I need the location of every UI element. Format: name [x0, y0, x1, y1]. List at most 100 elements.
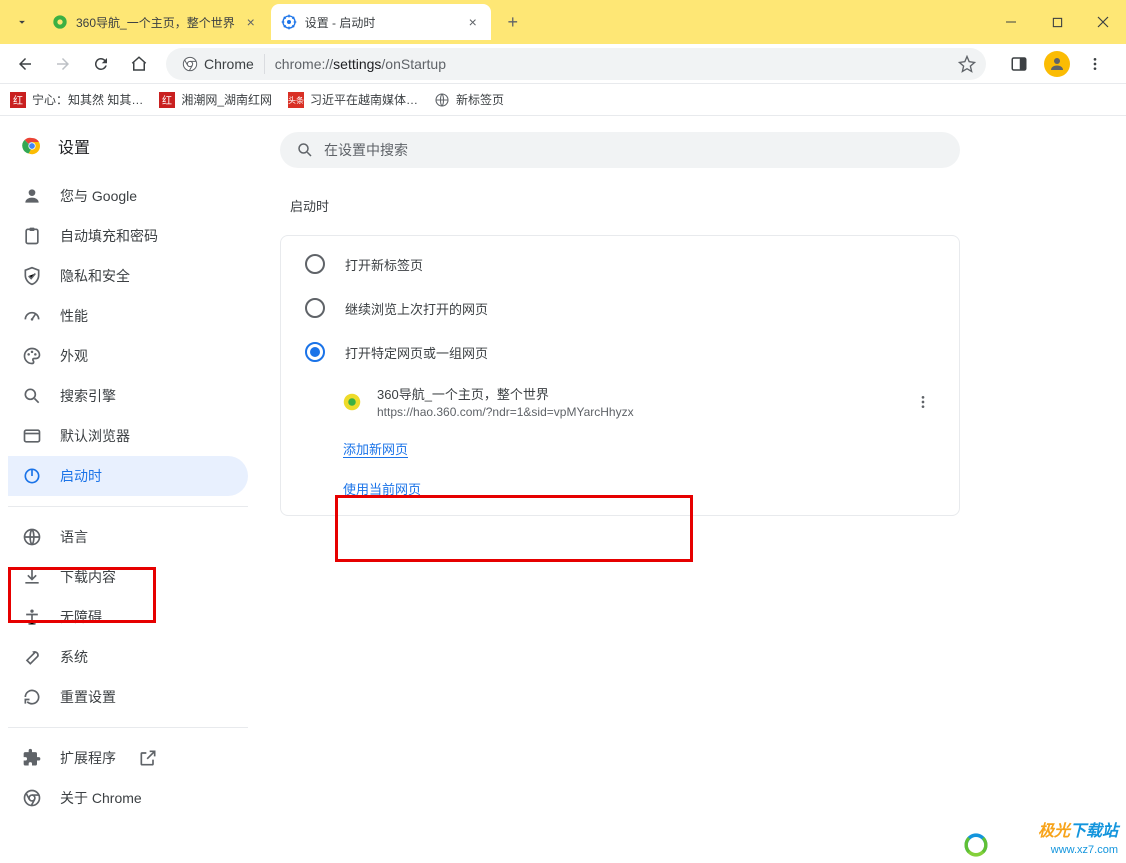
profile-avatar-button[interactable]	[1044, 51, 1070, 77]
radio-button-checked[interactable]	[305, 342, 325, 362]
svg-text:红: 红	[13, 94, 23, 107]
search-placeholder: 在设置中搜索	[324, 140, 408, 160]
sidebar-item-autofill[interactable]: 自动填充和密码	[8, 216, 248, 256]
tab-close-button[interactable]: ×	[465, 14, 481, 30]
address-bar[interactable]: Chrome chrome://settings/onStartup	[166, 48, 986, 80]
sidebar-item-label: 关于 Chrome	[60, 788, 142, 808]
sidebar-item-system[interactable]: 系统	[8, 637, 248, 677]
add-page-row: 添加新网页	[281, 429, 959, 469]
sidebar-item-label: 系统	[60, 647, 88, 667]
startup-page-url: https://hao.360.com/?ndr=1&sid=vpMYarcHh…	[377, 405, 895, 419]
sidebar-item-label: 扩展程序	[60, 748, 116, 768]
browser-tab-active[interactable]: 设置 - 启动时 ×	[271, 4, 491, 40]
sidebar-item-about[interactable]: 关于 Chrome	[8, 778, 248, 818]
search-tabs-button[interactable]	[8, 8, 36, 36]
sidebar-item-you-google[interactable]: 您与 Google	[8, 176, 248, 216]
bookmark-label: 习近平在越南媒体…	[310, 91, 418, 108]
clipboard-icon	[22, 226, 42, 246]
settings-search-input[interactable]: 在设置中搜索	[280, 132, 960, 168]
settings-page: 设置 您与 Google 自动填充和密码 隐私和安全 性能 外观 搜索引擎 默认…	[0, 116, 1126, 863]
back-button[interactable]	[8, 47, 42, 81]
bookmark-item[interactable]: 红 湘潮网_湖南红网	[159, 91, 272, 108]
radio-option-continue[interactable]: 继续浏览上次打开的网页	[281, 286, 959, 330]
bookmark-item[interactable]: 新标签页	[434, 91, 504, 108]
site-chip-label: Chrome	[204, 56, 254, 72]
search-icon	[22, 386, 42, 406]
radio-label: 继续浏览上次打开的网页	[345, 299, 488, 318]
sidebar-item-on-startup[interactable]: 启动时	[8, 456, 248, 496]
sidebar-item-search[interactable]: 搜索引擎	[8, 376, 248, 416]
sidebar-item-extensions[interactable]: 扩展程序	[8, 738, 248, 778]
bookmark-item[interactable]: 红 宁心：知其然 知其…	[10, 91, 143, 108]
settings-gear-icon	[281, 14, 297, 30]
tab-title: 设置 - 启动时	[305, 14, 457, 31]
sidebar-item-default-browser[interactable]: 默认浏览器	[8, 416, 248, 456]
search-icon	[296, 141, 314, 159]
section-title: 启动时	[280, 196, 972, 215]
sidebar-item-performance[interactable]: 性能	[8, 296, 248, 336]
reload-button[interactable]	[84, 47, 118, 81]
chevron-down-icon	[15, 15, 29, 29]
sidebar-item-downloads[interactable]: 下载内容	[8, 557, 248, 597]
sidebar-item-label: 无障碍	[60, 607, 102, 627]
settings-title: 设置	[58, 134, 90, 158]
sidebar-item-accessibility[interactable]: 无障碍	[8, 597, 248, 637]
radio-button[interactable]	[305, 254, 325, 274]
divider	[8, 506, 248, 507]
download-icon	[22, 567, 42, 587]
side-panel-button[interactable]	[1002, 47, 1036, 81]
browser-menu-button[interactable]	[1078, 47, 1112, 81]
kebab-icon	[915, 394, 931, 410]
url-text: chrome://settings/onStartup	[275, 56, 446, 72]
bookmark-label: 新标签页	[456, 91, 504, 108]
tab-title: 360导航_一个主页，整个世界	[76, 14, 235, 31]
close-window-button[interactable]	[1080, 7, 1126, 37]
page-more-button[interactable]	[911, 390, 935, 414]
radio-option-specific[interactable]: 打开特定网页或一组网页	[281, 330, 959, 374]
minimize-button[interactable]	[988, 7, 1034, 37]
external-link-icon	[138, 748, 158, 768]
bookmark-favicon: 头条	[288, 92, 304, 108]
use-current-row: 使用当前网页	[281, 469, 959, 509]
reset-icon	[22, 687, 42, 707]
person-icon	[22, 186, 42, 206]
sidebar-item-languages[interactable]: 语言	[8, 517, 248, 557]
shield-icon	[22, 266, 42, 286]
power-icon	[22, 466, 42, 486]
radio-button[interactable]	[305, 298, 325, 318]
bookmark-item[interactable]: 头条 习近平在越南媒体…	[288, 91, 418, 108]
globe-icon	[434, 92, 450, 108]
bookmarks-bar: 红 宁心：知其然 知其… 红 湘潮网_湖南红网 头条 习近平在越南媒体… 新标签…	[0, 84, 1126, 116]
watermark: 极光下载站 www.xz7.com	[1038, 822, 1118, 857]
browser-titlebar: 360导航_一个主页，整个世界 × 设置 - 启动时 × +	[0, 0, 1126, 44]
settings-sidebar: 设置 您与 Google 自动填充和密码 隐私和安全 性能 外观 搜索引擎 默认…	[0, 116, 256, 863]
sidebar-item-privacy[interactable]: 隐私和安全	[8, 256, 248, 296]
use-current-link[interactable]: 使用当前网页	[343, 482, 421, 498]
sidebar-item-label: 默认浏览器	[60, 426, 130, 446]
site-info-chip[interactable]: Chrome	[176, 54, 265, 74]
sidebar-item-label: 语言	[60, 527, 88, 547]
radio-option-newtab[interactable]: 打开新标签页	[281, 242, 959, 286]
settings-main: 在设置中搜索 启动时 打开新标签页 继续浏览上次打开的网页 打开特定网页或一组网…	[256, 116, 996, 863]
sidebar-item-label: 重置设置	[60, 687, 116, 707]
new-tab-button[interactable]: +	[499, 8, 527, 36]
sidebar-item-appearance[interactable]: 外观	[8, 336, 248, 376]
chrome-icon	[182, 56, 198, 72]
sidebar-item-label: 隐私和安全	[60, 266, 130, 286]
bookmark-star-button[interactable]	[958, 55, 976, 73]
puzzle-icon	[22, 748, 42, 768]
maximize-button[interactable]	[1034, 7, 1080, 37]
tab-close-button[interactable]: ×	[243, 14, 259, 30]
watermark-url: www.xz7.com	[1038, 843, 1118, 857]
person-icon	[1048, 55, 1066, 73]
add-page-link[interactable]: 添加新网页	[343, 442, 408, 458]
tab-favicon-360-icon	[52, 14, 68, 30]
sidebar-item-reset[interactable]: 重置设置	[8, 677, 248, 717]
palette-icon	[22, 346, 42, 366]
sidebar-item-label: 外观	[60, 346, 88, 366]
bookmark-favicon: 红	[159, 92, 175, 108]
home-button[interactable]	[122, 47, 156, 81]
watermark-logo-icon	[962, 831, 990, 859]
browser-tab[interactable]: 360导航_一个主页，整个世界 ×	[42, 4, 269, 40]
forward-button[interactable]	[46, 47, 80, 81]
